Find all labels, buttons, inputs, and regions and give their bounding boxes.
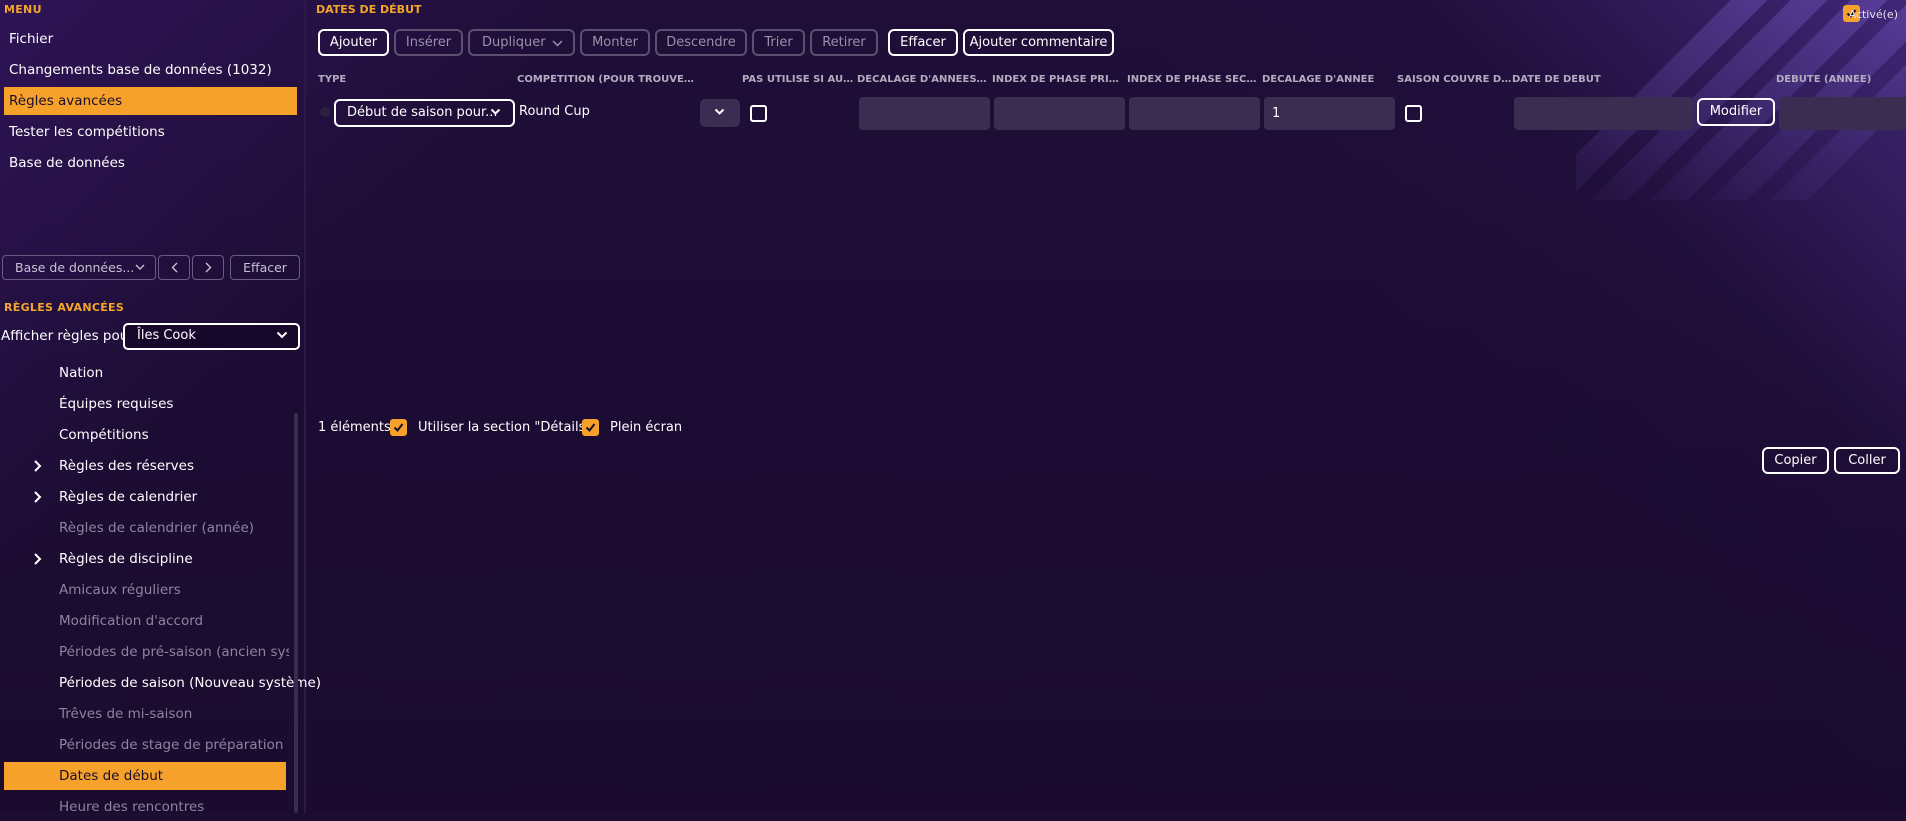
clear-button[interactable]: Effacer	[888, 29, 958, 56]
checkmark-icon	[585, 423, 596, 433]
copy-button[interactable]: Copier	[1762, 447, 1829, 474]
main-panel: DATES DE DÉBUT Activé(e) Ajouter Insérer…	[306, 0, 1906, 813]
tree-item-reserve-rules[interactable]: Règles des réserves	[59, 452, 194, 480]
tree-item-season-periods-new[interactable]: Périodes de saison (Nouveau système)	[59, 669, 321, 697]
menu-item-db-changes[interactable]: Changements base de données (1032)	[4, 56, 297, 84]
years-offset-input[interactable]	[859, 97, 990, 130]
remove-button[interactable]: Retirer	[810, 29, 878, 56]
competition-name: Round Cup	[519, 104, 590, 119]
fullscreen-label: Plein écran	[610, 420, 683, 435]
col-header-unused[interactable]: PAS UTILISÉ SI AUCU...	[742, 74, 854, 85]
next-button[interactable]	[192, 255, 224, 280]
season-covers-checkbox[interactable]	[1405, 105, 1422, 122]
show-rules-for-label: Afficher règles pour	[1, 328, 134, 344]
down-button[interactable]: Descendre	[655, 29, 747, 56]
rules-header: RÈGLES AVANCÉES	[4, 301, 125, 314]
menu-header: MENU	[4, 3, 42, 16]
tree-item-regular-friendlies[interactable]: Amicaux réguliers	[59, 576, 181, 604]
db-select[interactable]: Base de données...	[2, 255, 156, 280]
main-phase-index-input[interactable]	[994, 97, 1125, 130]
tree-item-nation[interactable]: Nation	[59, 359, 103, 387]
col-header-years-offset[interactable]: DÉCALAGE D'ANNÉES DE...	[857, 74, 990, 85]
db-select-label: Base de données...	[15, 260, 135, 275]
nation-select[interactable]: Îles Cook	[123, 323, 300, 350]
competition-dropdown[interactable]	[700, 99, 740, 127]
tree-scrollbar[interactable]	[294, 413, 298, 813]
left-panel: MENU Fichier Changements base de données…	[0, 0, 321, 815]
chevron-down-icon	[135, 264, 145, 270]
tree-item-training-camps[interactable]: Périodes de stage de préparation	[59, 731, 283, 759]
modify-button[interactable]: Modifier	[1697, 98, 1775, 126]
chevron-down-icon	[714, 108, 725, 115]
duplicate-label: Dupliquer	[482, 35, 546, 50]
second-phase-index-input[interactable]	[1129, 97, 1260, 130]
tree-item-calendar-rules-year[interactable]: Règles de calendrier (année)	[59, 514, 254, 542]
menu-item-database[interactable]: Base de données	[4, 149, 297, 177]
row-selector[interactable]	[320, 107, 330, 117]
chevron-left-icon	[171, 262, 177, 273]
tree-item-start-dates[interactable]: Dates de début	[59, 762, 163, 790]
duplicate-button[interactable]: Dupliquer	[468, 29, 575, 56]
tree-item-preseason-old[interactable]: Périodes de pré-saison (ancien systèm	[59, 638, 289, 666]
tree-item-calendar-rules[interactable]: Règles de calendrier	[59, 483, 197, 511]
start-date-input[interactable]	[1514, 97, 1693, 130]
tree-item-discipline-rules[interactable]: Règles de discipline	[59, 545, 193, 573]
col-header-season-covers[interactable]: SAISON COUVRE DEU...	[1397, 74, 1512, 85]
chevron-right-icon[interactable]	[31, 483, 45, 511]
col-header-competition[interactable]: COMPÉTITION (POUR TROUVER PREMIÈRE...	[517, 74, 700, 85]
col-header-year-offset[interactable]: DÉCALAGE D'ANNÉE	[1262, 74, 1392, 85]
chevron-right-icon[interactable]	[31, 545, 45, 573]
menu-item-test-competitions[interactable]: Tester les compétitions	[4, 118, 297, 146]
chevron-down-icon	[276, 331, 288, 339]
col-header-main-phase-index[interactable]: INDEX DE PHASE PRINCIP...	[992, 74, 1124, 85]
chevron-down-icon	[552, 40, 563, 47]
col-header-start-date[interactable]: DATE DE DÉBUT	[1512, 74, 1692, 85]
nation-select-value: Îles Cook	[137, 328, 196, 343]
checkmark-icon	[393, 423, 404, 433]
active-label: Activé(e)	[1848, 8, 1898, 21]
menu-item-file[interactable]: Fichier	[4, 25, 297, 53]
col-header-second-phase-index[interactable]: INDEX DE PHASE SECOND...	[1127, 74, 1259, 85]
tree-item-match-times[interactable]: Heure des rencontres	[59, 793, 204, 821]
col-header-type[interactable]: TYPE	[318, 74, 478, 85]
fullscreen-checkbox[interactable]	[582, 419, 599, 436]
col-header-starts-year[interactable]: DÉBUTE (ANNÉE)	[1776, 74, 1906, 85]
add-comment-button[interactable]: Ajouter commentaire	[963, 29, 1114, 56]
up-button[interactable]: Monter	[580, 29, 650, 56]
tree-item-competitions[interactable]: Compétitions	[59, 421, 149, 449]
add-button[interactable]: Ajouter	[318, 29, 389, 56]
use-details-checkbox[interactable]	[390, 419, 407, 436]
chevron-down-icon	[490, 108, 501, 115]
chevron-right-icon[interactable]	[31, 452, 45, 480]
sort-button[interactable]: Trier	[752, 29, 805, 56]
year-offset-input[interactable]: 1	[1264, 97, 1395, 130]
chevron-right-icon	[205, 262, 211, 273]
item-count: 1 éléments	[318, 420, 391, 435]
prev-button[interactable]	[158, 255, 190, 280]
type-select[interactable]: Début de saison pour...	[334, 99, 515, 127]
tree-item-midseason-breaks[interactable]: Trêves de mi-saison	[59, 700, 192, 728]
tree-item-required-teams[interactable]: Équipes requises	[59, 390, 173, 418]
paste-button[interactable]: Coller	[1834, 447, 1900, 474]
unused-checkbox[interactable]	[750, 105, 767, 122]
clear-db-button[interactable]: Effacer	[230, 255, 300, 280]
tree-item-agreement-change[interactable]: Modification d'accord	[59, 607, 203, 635]
starts-year-input[interactable]	[1779, 97, 1906, 130]
insert-button[interactable]: Insérer	[394, 29, 463, 56]
type-select-value: Début de saison pour...	[347, 105, 498, 120]
use-details-label: Utiliser la section "Détails"	[418, 420, 592, 435]
page-title: DATES DE DÉBUT	[316, 3, 422, 16]
menu-item-advanced-rules[interactable]: Règles avancées	[4, 87, 297, 115]
